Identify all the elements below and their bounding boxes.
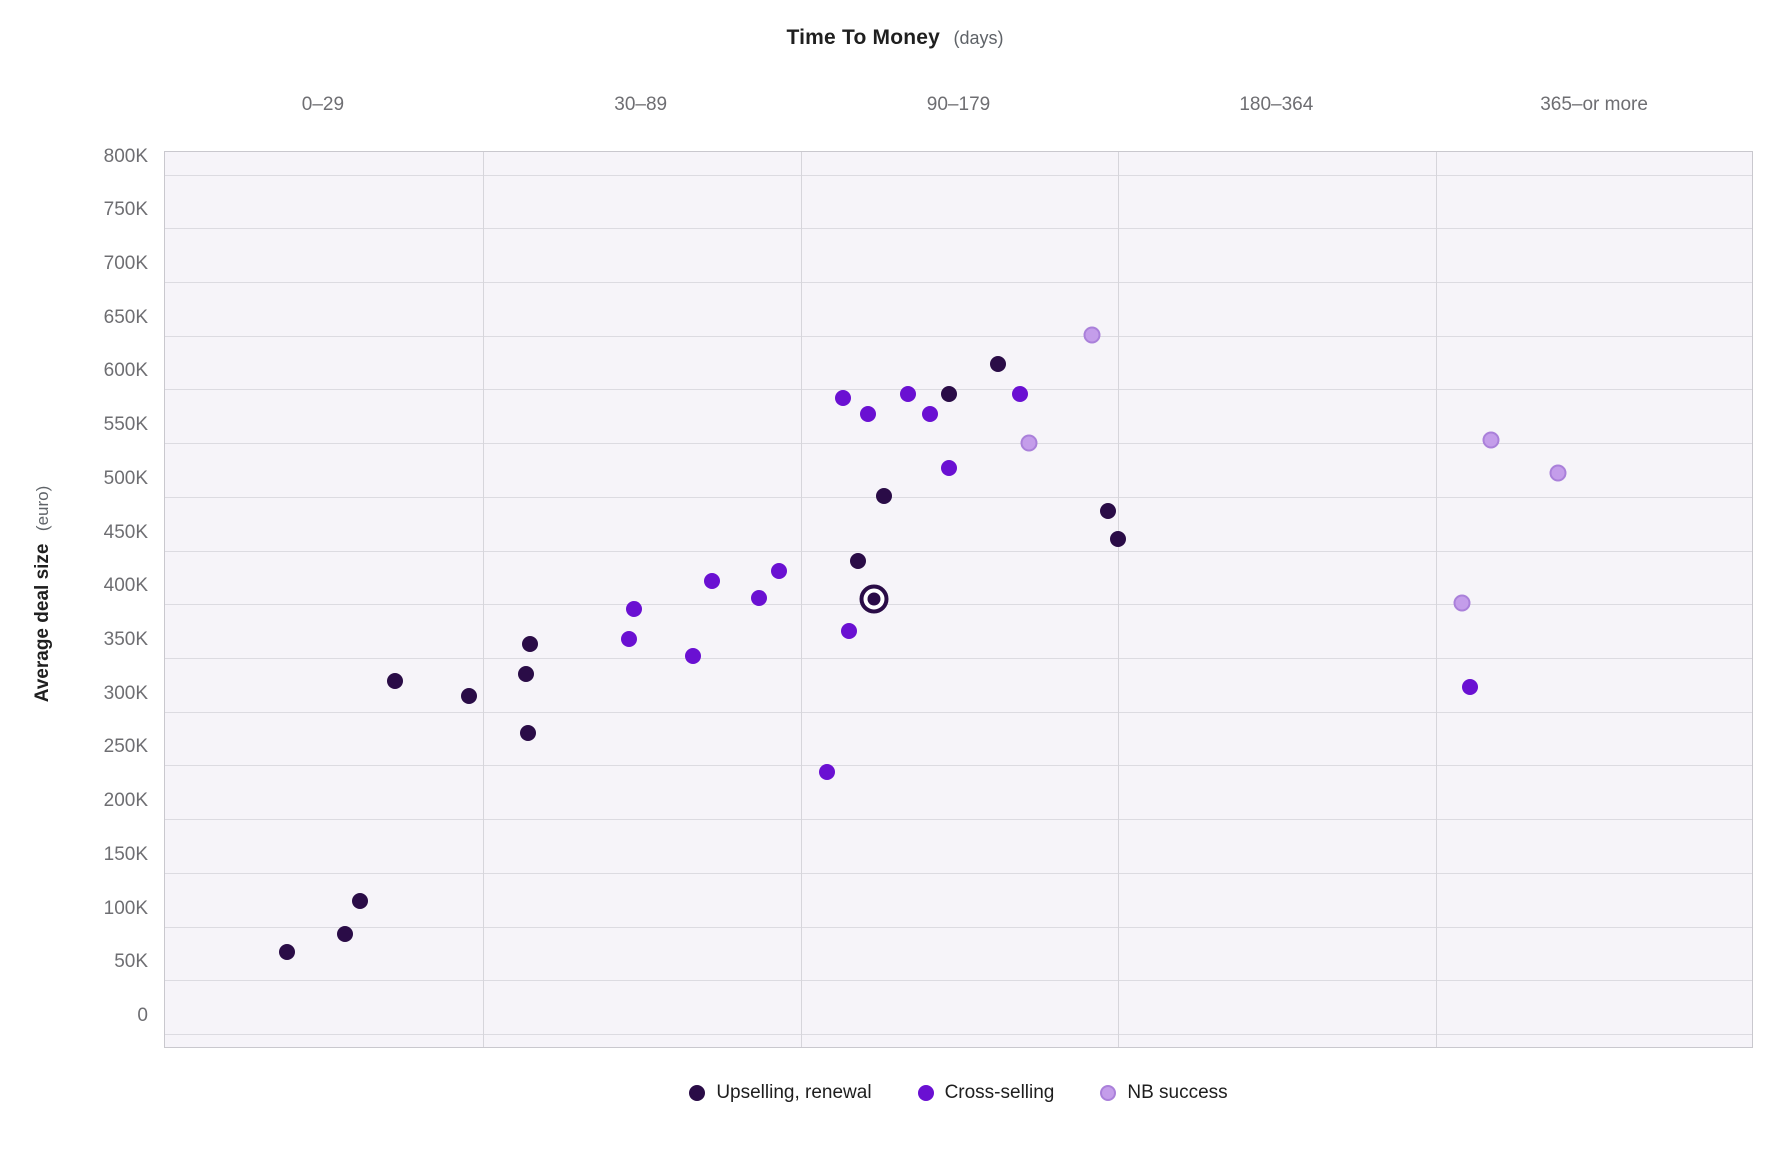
y-tick-label: 750K: [0, 199, 148, 221]
y-gridline: [165, 336, 1752, 337]
legend-label: Upselling, renewal: [716, 1082, 871, 1104]
legend-label: Cross-selling: [945, 1082, 1055, 1104]
y-tick-label: 100K: [0, 898, 148, 920]
data-point-upselling-renewal[interactable]: [522, 636, 538, 652]
data-point-cross-selling[interactable]: [922, 406, 938, 422]
chart-legend: Upselling, renewal Cross-selling NB succ…: [164, 1082, 1753, 1104]
data-point-cross-selling[interactable]: [626, 601, 642, 617]
y-gridline: [165, 980, 1752, 981]
y-tick-label: 250K: [0, 736, 148, 758]
x-gridline: [1436, 152, 1437, 1047]
x-axis-category-labels: 0–29 30–89 90–179 180–364 365–or more: [164, 94, 1753, 118]
y-gridline: [165, 873, 1752, 874]
data-point-upselling-renewal[interactable]: [352, 893, 368, 909]
data-point-cross-selling[interactable]: [841, 623, 857, 639]
y-tick-label: 600K: [0, 360, 148, 382]
data-point-upselling-renewal[interactable]: [279, 944, 295, 960]
legend-dot-cross-selling: [918, 1085, 934, 1101]
y-gridline: [165, 927, 1752, 928]
data-point-upselling-renewal[interactable]: [520, 725, 536, 741]
y-gridline: [165, 443, 1752, 444]
data-point-cross-selling[interactable]: [1462, 679, 1478, 695]
legend-item-upselling-renewal[interactable]: Upselling, renewal: [689, 1082, 871, 1104]
data-point-cross-selling[interactable]: [819, 764, 835, 780]
y-tick-label: 400K: [0, 575, 148, 597]
data-point-cross-selling[interactable]: [751, 590, 767, 606]
chart-title-text: Time To Money: [787, 26, 941, 49]
x-category-label: 30–89: [614, 94, 667, 116]
data-point-upselling-renewal[interactable]: [1100, 503, 1116, 519]
y-tick-label: 0: [0, 1005, 148, 1027]
y-tick-label: 50K: [0, 951, 148, 973]
y-gridline: [165, 551, 1752, 552]
data-point-cross-selling[interactable]: [771, 563, 787, 579]
y-gridline: [165, 1034, 1752, 1035]
y-tick-label: 650K: [0, 307, 148, 329]
y-gridline: [165, 282, 1752, 283]
y-tick-label: 800K: [0, 146, 148, 168]
data-point-upselling-renewal[interactable]: [1110, 531, 1126, 547]
data-point-upselling-renewal[interactable]: [337, 926, 353, 942]
legend-label: NB success: [1127, 1082, 1227, 1104]
data-point-upselling-renewal[interactable]: [518, 666, 534, 682]
selected-data-point-upselling-renewal[interactable]: [860, 584, 889, 613]
y-gridline: [165, 712, 1752, 713]
y-tick-label: 500K: [0, 468, 148, 490]
data-point-upselling-renewal[interactable]: [876, 488, 892, 504]
data-point-cross-selling[interactable]: [900, 386, 916, 402]
data-point-upselling-renewal[interactable]: [461, 688, 477, 704]
x-gridline: [1118, 152, 1119, 1047]
data-point-cross-selling[interactable]: [685, 648, 701, 664]
scatter-chart: Time To Money (days) 0–29 30–89 90–179 180–…: [0, 0, 1790, 1150]
data-point-cross-selling[interactable]: [860, 406, 876, 422]
x-category-label: 180–364: [1239, 94, 1313, 116]
y-gridline: [165, 658, 1752, 659]
y-gridline: [165, 765, 1752, 766]
y-tick-label: 700K: [0, 253, 148, 275]
y-gridline: [165, 604, 1752, 605]
y-tick-label: 350K: [0, 629, 148, 651]
x-gridline: [801, 152, 802, 1047]
data-point-nb-success[interactable]: [1483, 431, 1500, 448]
legend-dot-nb-success: [1100, 1085, 1116, 1101]
data-point-nb-success[interactable]: [1454, 595, 1471, 612]
data-point-nb-success[interactable]: [1084, 326, 1101, 343]
data-point-cross-selling[interactable]: [835, 390, 851, 406]
x-gridline: [483, 152, 484, 1047]
data-point-nb-success[interactable]: [1021, 435, 1038, 452]
data-point-cross-selling[interactable]: [704, 573, 720, 589]
y-tick-label: 150K: [0, 844, 148, 866]
legend-item-cross-selling[interactable]: Cross-selling: [918, 1082, 1055, 1104]
y-gridline: [165, 175, 1752, 176]
data-point-cross-selling[interactable]: [621, 631, 637, 647]
plot-area: [164, 151, 1753, 1048]
data-point-upselling-renewal[interactable]: [941, 386, 957, 402]
y-tick-label: 450K: [0, 522, 148, 544]
data-point-upselling-renewal[interactable]: [850, 553, 866, 569]
legend-item-nb-success[interactable]: NB success: [1100, 1082, 1227, 1104]
y-gridline: [165, 497, 1752, 498]
legend-dot-upselling-renewal: [689, 1085, 705, 1101]
data-point-upselling-renewal[interactable]: [990, 356, 1006, 372]
x-category-label: 0–29: [302, 94, 344, 116]
y-gridline: [165, 819, 1752, 820]
y-gridline: [165, 228, 1752, 229]
y-axis-title-text: Average deal size: [32, 544, 53, 703]
chart-title: Time To Money (days): [0, 26, 1790, 50]
chart-title-units: (days): [953, 28, 1003, 48]
y-gridline: [165, 389, 1752, 390]
x-category-label: 365–or more: [1540, 94, 1648, 116]
data-point-upselling-renewal[interactable]: [387, 673, 403, 689]
y-tick-label: 550K: [0, 414, 148, 436]
data-point-cross-selling[interactable]: [1012, 386, 1028, 402]
data-point-nb-success[interactable]: [1550, 465, 1567, 482]
x-category-label: 90–179: [927, 94, 990, 116]
data-point-cross-selling[interactable]: [941, 460, 957, 476]
y-tick-label: 300K: [0, 683, 148, 705]
y-tick-label: 200K: [0, 790, 148, 812]
